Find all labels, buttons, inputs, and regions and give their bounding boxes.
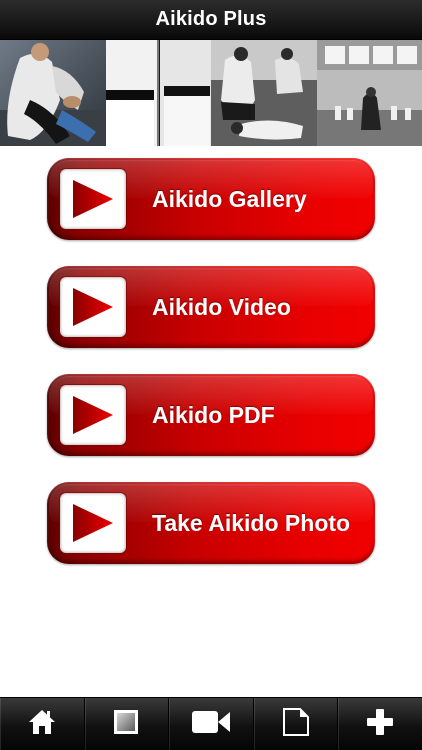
bottom-tab-bar — [0, 697, 422, 750]
aikido-gallery-button[interactable]: Aikido Gallery — [47, 158, 375, 240]
tab-add[interactable] — [338, 698, 422, 750]
document-icon — [282, 707, 309, 741]
page-title: Aikido Plus — [155, 8, 267, 30]
aikido-photo-2 — [105, 40, 211, 146]
menu-item-label: Aikido PDF — [152, 402, 275, 428]
plus-icon — [366, 708, 394, 741]
play-icon — [60, 169, 126, 229]
aikido-video-button[interactable]: Aikido Video — [47, 266, 375, 348]
menu-item-label: Take Aikido Photo — [152, 510, 351, 536]
tab-gallery[interactable] — [85, 698, 170, 750]
play-icon — [60, 277, 126, 337]
menu-item-label: Aikido Video — [152, 294, 291, 320]
tab-home[interactable] — [0, 698, 85, 750]
title-bar: Aikido Plus — [0, 0, 422, 40]
home-icon — [28, 708, 56, 741]
photo-banner — [0, 40, 422, 146]
aikido-pdf-button[interactable]: Aikido PDF — [47, 374, 375, 456]
aikido-photo-3 — [211, 40, 317, 146]
tab-video[interactable] — [169, 698, 254, 750]
tab-document[interactable] — [254, 698, 339, 750]
play-icon — [60, 493, 126, 553]
video-camera-icon — [191, 709, 231, 740]
menu-item-label: Aikido Gallery — [152, 186, 307, 212]
gallery-icon — [113, 709, 139, 740]
take-aikido-photo-button[interactable]: Take Aikido Photo — [47, 482, 375, 564]
aikido-photo-1 — [0, 40, 106, 146]
play-icon — [60, 385, 126, 445]
aikido-photo-4 — [316, 40, 422, 146]
